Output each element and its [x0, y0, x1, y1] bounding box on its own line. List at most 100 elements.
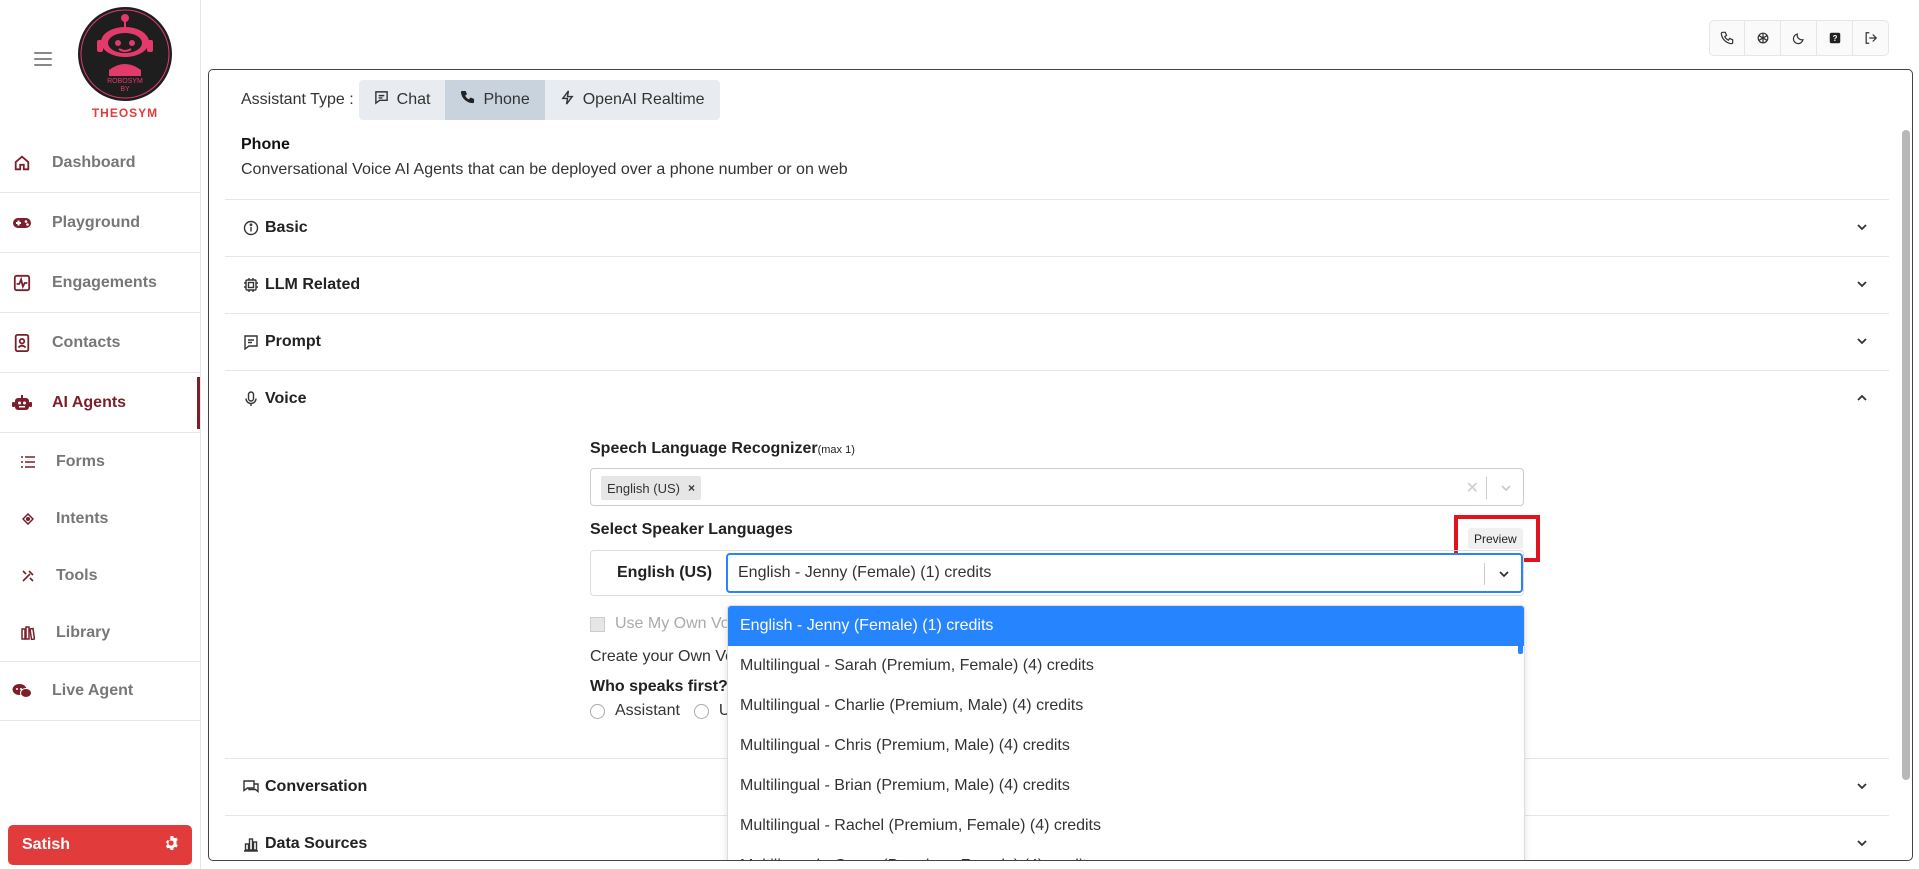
chat-icon: [374, 90, 389, 110]
robosym-logo: ROBOSYM BY THEOSYM: [78, 7, 172, 120]
sidebar-item-library[interactable]: Library: [0, 604, 200, 661]
assistant-type-openai-realtime[interactable]: OpenAI Realtime: [545, 80, 720, 120]
chevron-down-icon[interactable]: [1499, 481, 1513, 495]
section-llm-related[interactable]: LLM Related: [225, 256, 1889, 313]
sidebar-item-label: Intents: [56, 509, 109, 527]
list-icon: [20, 454, 36, 470]
chip-remove-icon[interactable]: ×: [688, 481, 695, 495]
sidebar-item-live-agent[interactable]: Live Agent: [0, 661, 200, 721]
voice-option[interactable]: English - Jenny (Female) (1) credits: [728, 606, 1524, 646]
speaker-language-row: English (US) English - Jenny (Female) (1…: [590, 550, 1524, 596]
sidebar-item-label: Library: [56, 623, 111, 641]
chevron-down-icon: [1857, 840, 1867, 847]
sidebar-item-label: Engagements: [52, 273, 157, 291]
microphone-icon: [242, 391, 259, 408]
main-scrollbar[interactable]: [1902, 130, 1910, 780]
agent-config-card: Assistant Type : Chat Phone OpenAI Realt…: [208, 69, 1913, 861]
home-icon: [12, 153, 32, 173]
who-speaks-first-label: Who speaks first?: [590, 678, 728, 695]
recognizer-note: (max 1): [817, 444, 855, 456]
create-voice-text: Create your Own Vo: [590, 648, 735, 665]
main-scrollbar-thumb[interactable]: [1902, 130, 1910, 780]
sidebar-item-playground[interactable]: Playground: [0, 193, 200, 253]
sidebar-item-forms[interactable]: Forms: [0, 433, 200, 490]
gear-icon[interactable]: [164, 835, 178, 855]
page-title: Phone: [241, 136, 290, 153]
section-voice[interactable]: Voice: [225, 370, 1889, 427]
info-icon: [242, 220, 259, 237]
chevron-down-icon: [1857, 281, 1867, 288]
sidebar-item-ai-agents[interactable]: AI Agents: [0, 373, 200, 433]
logo-text-3: THEOSYM: [92, 106, 158, 120]
speech-recognizer-select[interactable]: English (US) × ✕: [590, 468, 1524, 506]
menu-toggle-icon[interactable]: [34, 52, 52, 66]
sidebar-item-dashboard[interactable]: Dashboard: [0, 133, 200, 193]
use-own-voice-label: Use My Own Vo: [615, 615, 730, 632]
sidebar-item-label: Contacts: [52, 333, 121, 351]
svg-text:?: ?: [1832, 34, 1837, 43]
sidebar-item-label: Playground: [52, 213, 141, 231]
section-prompt[interactable]: Prompt: [225, 313, 1889, 370]
chevron-up-icon: [1857, 394, 1867, 401]
chevron-down-icon[interactable]: [1497, 567, 1511, 581]
chevron-down-icon: [1857, 224, 1867, 231]
phone-icon[interactable]: [1709, 20, 1745, 56]
select-separator: [1484, 563, 1485, 585]
voice-settings: Speech Language Recognizer(max 1) Englis…: [590, 440, 1540, 719]
assistant-type-label: Assistant Type :: [241, 91, 354, 108]
assistant-type-phone-label: Phone: [483, 91, 530, 108]
page-description: Conversational Voice AI Agents that can …: [241, 161, 848, 178]
user-menu-button[interactable]: Satish: [8, 825, 192, 865]
robot-icon: [12, 393, 32, 413]
preview-button[interactable]: Preview: [1468, 528, 1523, 549]
sidebar-item-contacts[interactable]: Contacts: [0, 313, 200, 373]
voice-option[interactable]: Multilingual - Rachel (Premium, Female) …: [728, 806, 1524, 846]
voice-option[interactable]: Multilingual - Charlie (Premium, Male) (…: [728, 686, 1524, 726]
clear-icon[interactable]: ✕: [1466, 478, 1479, 498]
voice-option[interactable]: Multilingual - Chris (Premium, Male) (4)…: [728, 726, 1524, 766]
contact-icon: [12, 333, 32, 353]
voice-option[interactable]: Multilingual - Brian (Premium, Male) (4)…: [728, 766, 1524, 806]
assistant-type-chat[interactable]: Chat: [359, 80, 446, 120]
top-toolbar: ?: [1709, 20, 1889, 56]
sidebar-nav: Dashboard Playground Engagements Contact…: [0, 133, 200, 721]
message-square-icon: [242, 334, 259, 351]
use-own-voice-checkbox[interactable]: [590, 616, 605, 632]
chip-label: English (US): [607, 480, 680, 496]
activity-icon: [12, 273, 32, 293]
sidebar: ROBOSYM BY THEOSYM Dashboard Playground …: [0, 0, 201, 869]
diamond-icon: [20, 511, 36, 527]
openai-icon[interactable]: [1745, 20, 1781, 56]
messages-icon: [242, 779, 259, 796]
sidebar-item-intents[interactable]: Intents: [0, 490, 200, 547]
lightning-icon: [560, 90, 575, 110]
voice-option[interactable]: Multilingual - Grace (Premium, Female) (…: [728, 846, 1524, 860]
dark-mode-icon[interactable]: [1781, 20, 1817, 56]
language-chip: English (US) ×: [601, 476, 701, 500]
help-icon[interactable]: ?: [1817, 20, 1853, 56]
tools-icon: [20, 568, 36, 584]
sidebar-item-engagements[interactable]: Engagements: [0, 253, 200, 313]
sidebar-item-label: AI Agents: [52, 393, 127, 411]
voice-option[interactable]: Multilingual - Sarah (Premium, Female) (…: [728, 646, 1524, 686]
sidebar-item-tools[interactable]: Tools: [0, 547, 200, 604]
who-speaks-first-options: Assistant U: [590, 702, 730, 720]
chat-bubbles-icon: [12, 681, 32, 701]
logout-icon[interactable]: [1853, 20, 1889, 56]
section-title: LLM Related: [265, 276, 361, 293]
assistant-type-selector: Chat Phone OpenAI Realtime: [358, 80, 720, 120]
assistant-type-phone[interactable]: Phone: [445, 80, 545, 120]
voice-select-value: English - Jenny (Female) (1) credits: [738, 564, 992, 581]
radio-assistant-label: Assistant: [615, 702, 680, 719]
logo-text-2: BY: [120, 86, 130, 93]
radio-assistant[interactable]: [590, 703, 605, 719]
section-title: Voice: [265, 390, 307, 407]
phone-icon: [460, 90, 475, 110]
radio-user[interactable]: [693, 703, 709, 719]
sidebar-item-label: Forms: [56, 452, 105, 470]
use-own-voice-option[interactable]: Use My Own Vo: [590, 615, 730, 633]
speaker-languages-label: Select Speaker Languages: [590, 521, 793, 538]
section-basic[interactable]: Basic: [225, 199, 1889, 256]
voice-select[interactable]: English - Jenny (Female) (1) credits: [726, 553, 1523, 593]
menu-scrollbar[interactable]: [1518, 606, 1523, 654]
